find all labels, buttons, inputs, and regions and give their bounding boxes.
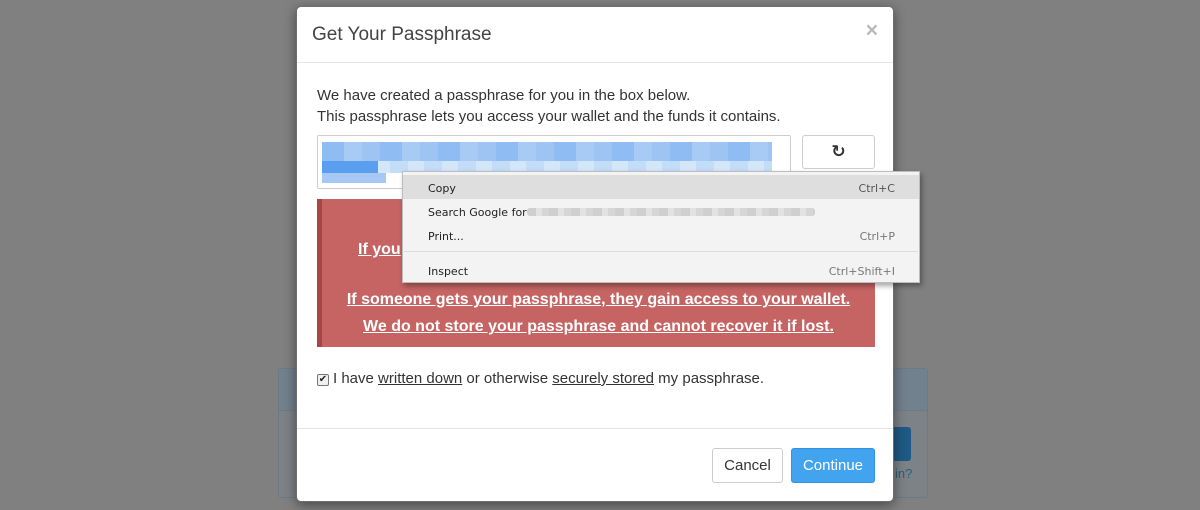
menu-item-print[interactable]: Print... Ctrl+P — [403, 223, 919, 247]
continue-button[interactable]: Continue — [791, 448, 875, 483]
menu-item-label: Copy — [428, 182, 456, 195]
menu-item-label: Print... — [428, 230, 464, 243]
blurred-search-text — [527, 208, 815, 216]
written-down-text: written down — [378, 370, 463, 387]
confirm-row: ✔ I have written down or otherwise secure… — [317, 370, 764, 387]
warning-line-4: We do not store your passphrase and cann… — [363, 318, 834, 335]
menu-item-shortcut: Ctrl+C — [858, 182, 895, 195]
intro-line-2: This passphrase lets you access your wal… — [317, 108, 781, 125]
menu-item-label: Inspect — [428, 265, 469, 278]
modal-title: Get Your Passphrase — [312, 24, 492, 45]
modal-header: Get Your Passphrase × — [297, 7, 893, 63]
menu-item-shortcut: Ctrl+P — [859, 230, 895, 243]
selected-text-blurred — [322, 142, 772, 161]
intro-line-1: We have created a passphrase for you in … — [317, 87, 691, 104]
menu-item-inspect[interactable]: Inspect Ctrl+Shift+I — [403, 258, 919, 282]
intro-text: We have created a passphrase for you in … — [317, 85, 781, 127]
menu-item-search-google[interactable]: Search Google for — [403, 199, 919, 223]
close-icon[interactable]: × — [866, 20, 878, 41]
refresh-icon: ↻ — [831, 142, 846, 161]
confirm-middle: or otherwise — [462, 370, 553, 387]
warning-line-3: If someone gets your passphrase, they ga… — [346, 291, 851, 308]
menu-item-copy[interactable]: Copy Ctrl+C — [403, 175, 919, 199]
securely-stored-text: securely stored — [552, 370, 655, 387]
context-menu: Copy Ctrl+C Search Google for Print... C… — [402, 171, 920, 283]
menu-item-shortcut: Ctrl+Shift+I — [828, 265, 895, 278]
confirm-suffix: my passphrase. — [654, 370, 765, 387]
menu-divider — [404, 251, 918, 252]
regenerate-button[interactable]: ↻ — [802, 135, 875, 169]
menu-item-label: Search Google for — [428, 206, 527, 219]
cancel-button[interactable]: Cancel — [712, 448, 783, 483]
background-link: in? — [895, 466, 913, 481]
selected-text-blurred — [322, 173, 386, 183]
confirm-checkbox[interactable]: ✔ — [317, 374, 329, 386]
confirm-prefix: I have — [333, 370, 379, 387]
